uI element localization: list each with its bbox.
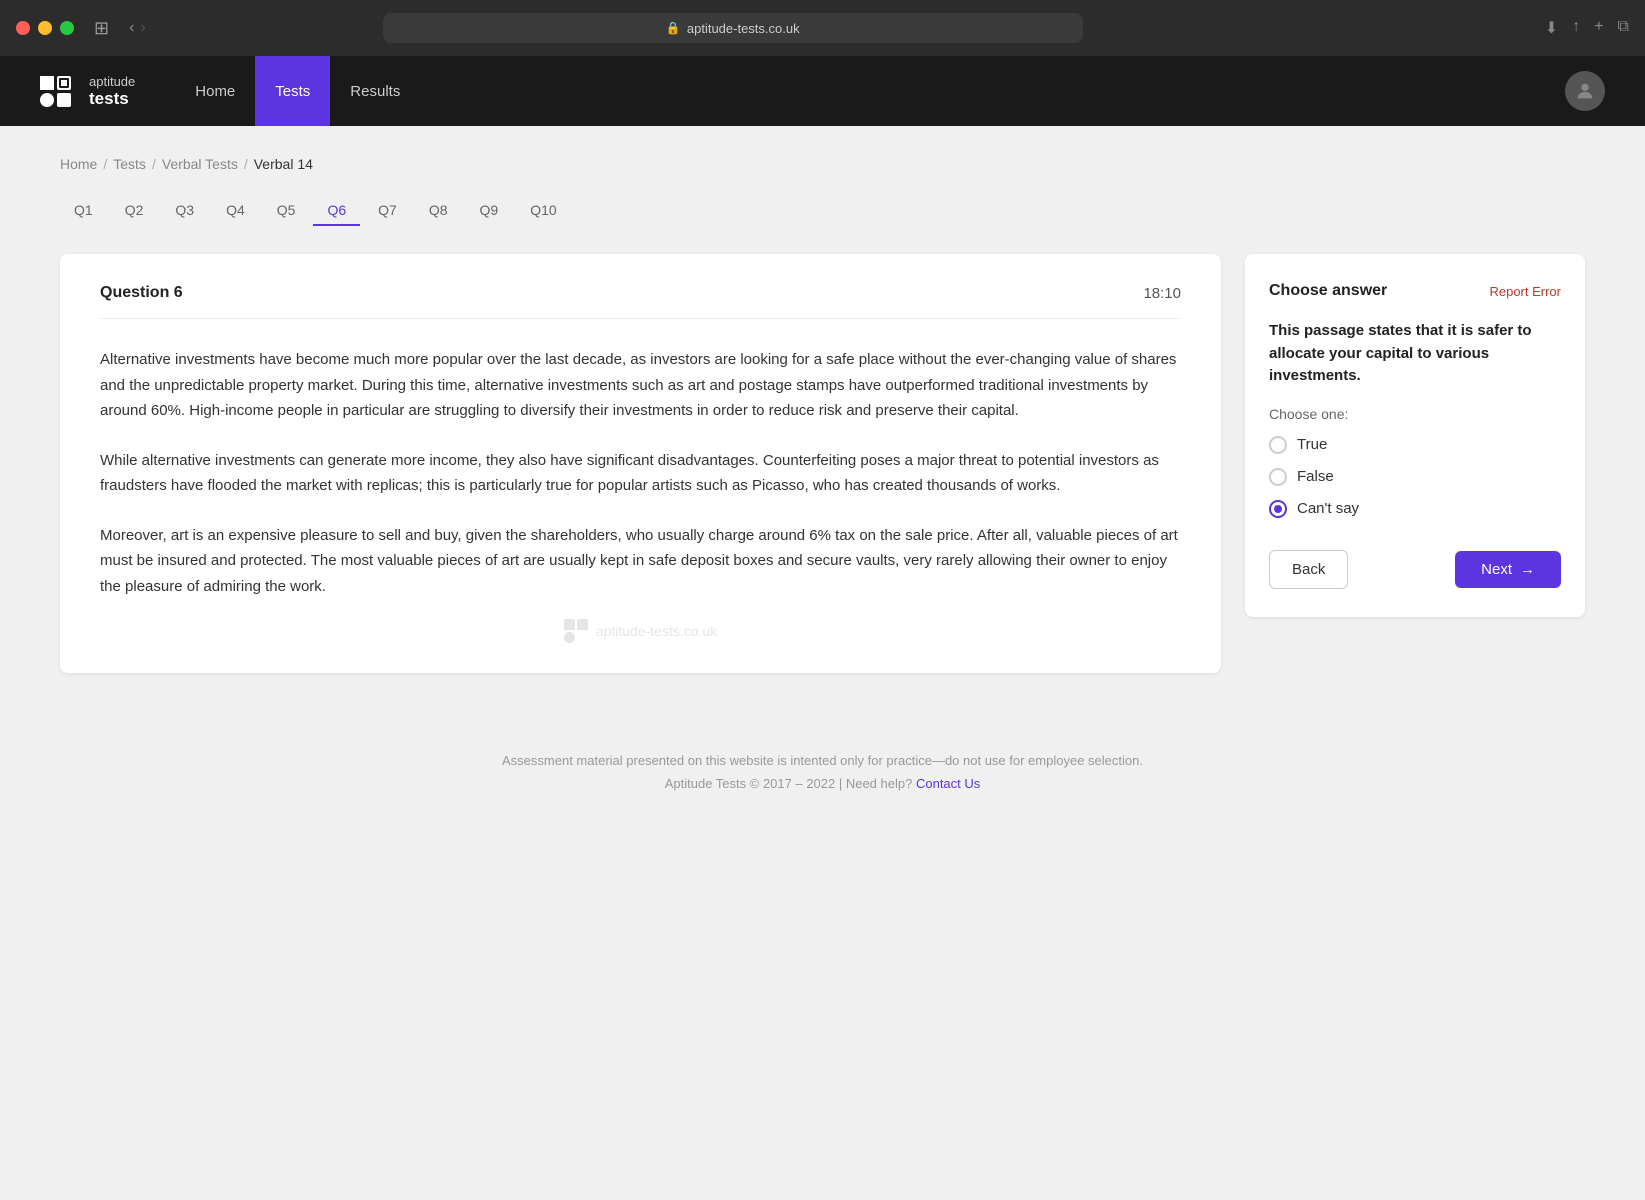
share-icon[interactable]: ↑ — [1572, 18, 1580, 38]
breadcrumb: Home / Tests / Verbal Tests / Verbal 14 — [60, 156, 1585, 172]
question-statement: This passage states that it is safer to … — [1269, 320, 1561, 388]
answer-header: Choose answer Report Error — [1269, 282, 1561, 300]
logo-line2: tests — [89, 89, 135, 109]
breadcrumb-tests[interactable]: Tests — [113, 156, 146, 172]
passage-paragraph-1: Alternative investments have become much… — [100, 347, 1181, 424]
address-bar[interactable]: 🔒 aptitude-tests.co.uk — [383, 13, 1083, 43]
question-header: Question 6 18:10 — [100, 284, 1181, 319]
breadcrumb-sep-1: / — [103, 156, 107, 172]
logo-text: aptitude tests — [89, 74, 135, 109]
tab-q2[interactable]: Q2 — [111, 196, 158, 226]
next-button[interactable]: Next → — [1455, 551, 1561, 588]
wm-sq1 — [564, 619, 575, 630]
footer-copyright-text: Aptitude Tests © 2017 – 2022 | Need help… — [665, 776, 913, 791]
wm-sq3 — [564, 632, 575, 643]
main-layout: Question 6 18:10 Alternative investments… — [60, 254, 1585, 673]
tab-q7[interactable]: Q7 — [364, 196, 411, 226]
close-button[interactable] — [16, 21, 30, 35]
tab-q9[interactable]: Q9 — [466, 196, 513, 226]
passage-paragraph-3: Moreover, art is an expensive pleasure t… — [100, 523, 1181, 600]
passage: Alternative investments have become much… — [100, 347, 1181, 599]
tab-q1[interactable]: Q1 — [60, 196, 107, 226]
nav-results[interactable]: Results — [330, 56, 420, 126]
browser-actions: ⬇ ↑ + ⧉ — [1545, 18, 1629, 38]
option-cant-say[interactable]: Can't say — [1269, 500, 1561, 518]
option-false[interactable]: False — [1269, 468, 1561, 486]
question-timer: 18:10 — [1143, 285, 1181, 302]
logo-line1: aptitude — [89, 74, 135, 89]
radio-false[interactable] — [1269, 468, 1287, 486]
wm-sq2 — [577, 619, 588, 630]
contact-us-link[interactable]: Contact Us — [916, 776, 980, 791]
page-content: Home / Tests / Verbal Tests / Verbal 14 … — [0, 126, 1645, 841]
minimize-button[interactable] — [38, 21, 52, 35]
tab-q5[interactable]: Q5 — [263, 196, 310, 226]
tab-q6[interactable]: Q6 — [313, 196, 360, 226]
logo-square-1 — [40, 76, 54, 90]
user-avatar[interactable] — [1565, 71, 1605, 111]
browser-chrome: ⊞ ‹ › 🔒 aptitude-tests.co.uk ⬇ ↑ + ⧉ — [0, 0, 1645, 56]
tab-q8[interactable]: Q8 — [415, 196, 462, 226]
logo-icon — [40, 76, 71, 107]
watermark-text: aptitude-tests.co.uk — [596, 623, 717, 639]
option-true-label: True — [1297, 436, 1327, 453]
browser-nav-arrows: ‹ › — [129, 19, 146, 37]
footer-disclaimer: Assessment material presented on this we… — [80, 753, 1565, 768]
forward-arrow-icon[interactable]: › — [140, 19, 145, 37]
page-footer: Assessment material presented on this we… — [60, 733, 1585, 811]
new-tab-icon[interactable]: + — [1594, 18, 1603, 38]
next-arrow-icon: → — [1520, 561, 1535, 578]
logo-square-4 — [57, 93, 71, 107]
site-navbar: aptitude tests Home Tests Results — [0, 56, 1645, 126]
back-arrow-icon[interactable]: ‹ — [129, 19, 134, 37]
nav-home[interactable]: Home — [175, 56, 255, 126]
breadcrumb-home[interactable]: Home — [60, 156, 97, 172]
passage-paragraph-2: While alternative investments can genera… — [100, 448, 1181, 499]
question-tabs: Q1 Q2 Q3 Q4 Q5 Q6 Q7 Q8 Q9 Q10 — [60, 196, 1585, 226]
question-label: Question 6 — [100, 284, 183, 302]
download-icon[interactable]: ⬇ — [1545, 18, 1558, 38]
breadcrumb-verbal-tests[interactable]: Verbal Tests — [162, 156, 238, 172]
watermark: aptitude-tests.co.uk — [100, 619, 1181, 643]
url-text: aptitude-tests.co.uk — [687, 21, 800, 36]
answer-actions: Back Next → — [1269, 550, 1561, 589]
choose-label: Choose one: — [1269, 406, 1561, 422]
tab-q4[interactable]: Q4 — [212, 196, 259, 226]
option-cant-say-label: Can't say — [1297, 500, 1359, 517]
answer-title: Choose answer — [1269, 282, 1387, 300]
footer-copyright: Aptitude Tests © 2017 – 2022 | Need help… — [80, 776, 1565, 791]
logo-square-3 — [40, 93, 54, 107]
radio-true[interactable] — [1269, 436, 1287, 454]
back-button[interactable]: Back — [1269, 550, 1348, 589]
sidebar-toggle-icon[interactable]: ⊞ — [94, 18, 109, 39]
option-false-label: False — [1297, 468, 1334, 485]
wm-sq4 — [577, 632, 588, 643]
tab-q3[interactable]: Q3 — [161, 196, 208, 226]
watermark-icon — [564, 619, 588, 643]
radio-cant-say[interactable] — [1269, 500, 1287, 518]
breadcrumb-sep-3: / — [244, 156, 248, 172]
lock-icon: 🔒 — [666, 21, 681, 35]
next-button-label: Next — [1481, 561, 1512, 578]
breadcrumb-current: Verbal 14 — [254, 156, 313, 172]
tab-q10[interactable]: Q10 — [516, 196, 570, 226]
nav-tests[interactable]: Tests — [255, 56, 330, 126]
option-true[interactable]: True — [1269, 436, 1561, 454]
site-logo[interactable]: aptitude tests — [40, 74, 135, 109]
maximize-button[interactable] — [60, 21, 74, 35]
answer-panel: Choose answer Report Error This passage … — [1245, 254, 1585, 617]
answer-options: True False Can't say — [1269, 436, 1561, 518]
question-card: Question 6 18:10 Alternative investments… — [60, 254, 1221, 673]
breadcrumb-sep-2: / — [152, 156, 156, 172]
traffic-lights — [16, 21, 74, 35]
nav-links: Home Tests Results — [175, 56, 420, 126]
report-error-link[interactable]: Report Error — [1489, 284, 1561, 299]
tabs-icon[interactable]: ⧉ — [1618, 18, 1629, 38]
logo-square-2 — [57, 76, 71, 90]
